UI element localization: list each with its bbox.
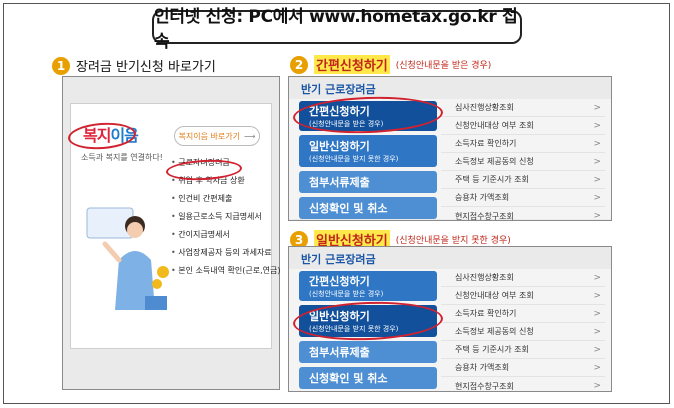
check-cancel-button[interactable]: 신청확인 및 취소 [299,367,437,389]
side-link[interactable]: 소득자료 확인하기 > [441,135,605,153]
chevron-right-icon: > [593,174,601,185]
page-title: 인터넷 신청: PC에서 www.hometax.go.kr 접속 [152,7,522,52]
menu-item[interactable]: 간이지급명세서 [171,226,280,244]
tagline: 소득과 복지를 연결하다! [81,153,163,162]
panel-heading: 반기 근로장려금 [301,83,376,96]
panel-step-3: 반기 근로장려금 간편신청하기 (신청안내문을 받은 경우) 일반신청하기 (신… [288,246,612,392]
chevron-right-icon: > [593,120,601,131]
submit-docs-button[interactable]: 첨부서류제출 [299,341,437,363]
welfare-card: 복지이음 소득과 복지를 연결하다! 복지이음 바로가기 ⟶ 근로자녀장려금 취… [70,103,280,349]
menu-item[interactable]: 취업 후 학자금 상환 [171,172,280,190]
menu-item[interactable]: 인건비 간편제출 [171,190,280,208]
menu-item[interactable]: 본인 소득내역 확인(근로,연금) [171,262,280,280]
simple-apply-button[interactable]: 간편신청하기 (신청안내문을 받은 경우) [299,271,437,301]
step-note: (신청안내문을 받은 경우) [395,61,492,71]
step-number-badge: 1 [52,56,70,75]
panel-heading: 반기 근로장려금 [301,253,376,266]
chevron-right-icon: > [593,211,601,221]
side-link[interactable]: 소득자료 확인하기 > [441,305,605,323]
step-number-badge: 2 [290,55,308,74]
side-link[interactable]: 신청안내대상 여부 조회 > [441,117,605,135]
side-link[interactable]: 신청안내대상 여부 조회 > [441,287,605,305]
left-panel: 복지이음 소득과 복지를 연결하다! 복지이음 바로가기 ⟶ 근로자녀장려금 취… [62,76,280,390]
submit-docs-button[interactable]: 첨부서류제출 [299,171,437,193]
panel-body: 간편신청하기 (신청안내문을 받은 경우) 일반신청하기 (신청안내문을 받지 … [289,99,611,221]
simple-apply-button[interactable]: 간편신청하기 (신청안내문을 받은 경우) [299,101,437,131]
chevron-right-icon: > [593,272,601,283]
general-apply-button[interactable]: 일반신청하기 (신청안내문을 받지 못한 경우) [299,305,437,337]
side-link[interactable]: 소득정보 제공동의 신청 > [441,153,605,171]
step-note: (신청안내문을 받지 못한 경우) [395,236,511,246]
chevron-right-icon: > [593,156,601,167]
chevron-right-icon: > [593,192,601,203]
service-menu: 근로자녀장려금 취업 후 학자금 상환 인건비 간편제출 일용근로소득 지급명세… [171,154,280,280]
step-2-heading: 2 간편신청하기 (신청안내문을 받은 경우) [290,55,491,74]
bokji-eum-logo[interactable]: 복지이음 [83,122,139,146]
side-link[interactable]: 심사진행상황조회 > [441,269,605,287]
chevron-right-icon: > [593,308,601,319]
side-link[interactable]: 현지접수창구조회 > [441,207,605,225]
menu-item[interactable]: 근로자녀장려금 [171,154,280,172]
side-link[interactable]: 심사진행상황조회 > [441,99,605,117]
check-cancel-button[interactable]: 신청확인 및 취소 [299,197,437,219]
step-1-heading: 1 장려금 반기신청 바로가기 [52,56,216,75]
chevron-right-icon: > [593,326,601,337]
chevron-right-icon: > [593,362,601,373]
arrow-right-icon: ⟶ [243,131,256,141]
chevron-right-icon: > [593,290,601,301]
chevron-right-icon: > [593,381,601,391]
menu-item[interactable]: 일용근로소득 지급명세서 [171,208,280,226]
side-link[interactable]: 승용차 가액조회 > [441,189,605,207]
step-label: 간편신청하기 [314,55,390,74]
shortcut-button[interactable]: 복지이음 바로가기 ⟶ [174,126,260,146]
chevron-right-icon: > [593,102,601,113]
panel-step-2: 반기 근로장려금 간편신청하기 (신청안내문을 받은 경우) 일반신청하기 (신… [288,76,612,221]
step-label: 장려금 반기신청 바로가기 [76,60,216,75]
side-link[interactable]: 현지접수창구조회 > [441,377,605,395]
menu-item[interactable]: 사업장제공자 등의 과세자료 [171,244,280,262]
shortcut-label: 복지이음 바로가기 [178,131,240,141]
side-link[interactable]: 주택 등 기준시가 조회 > [441,171,605,189]
side-link[interactable]: 소득정보 제공동의 신청 > [441,323,605,341]
panel-body: 간편신청하기 (신청안내문을 받은 경우) 일반신청하기 (신청안내문을 받지 … [289,269,611,391]
chevron-right-icon: > [593,138,601,149]
general-apply-button[interactable]: 일반신청하기 (신청안내문을 받지 못한 경우) [299,135,437,167]
person-illustration [86,207,169,310]
side-link[interactable]: 주택 등 기준시가 조회 > [441,341,605,359]
side-link[interactable]: 승용차 가액조회 > [441,359,605,377]
chevron-right-icon: > [593,344,601,355]
